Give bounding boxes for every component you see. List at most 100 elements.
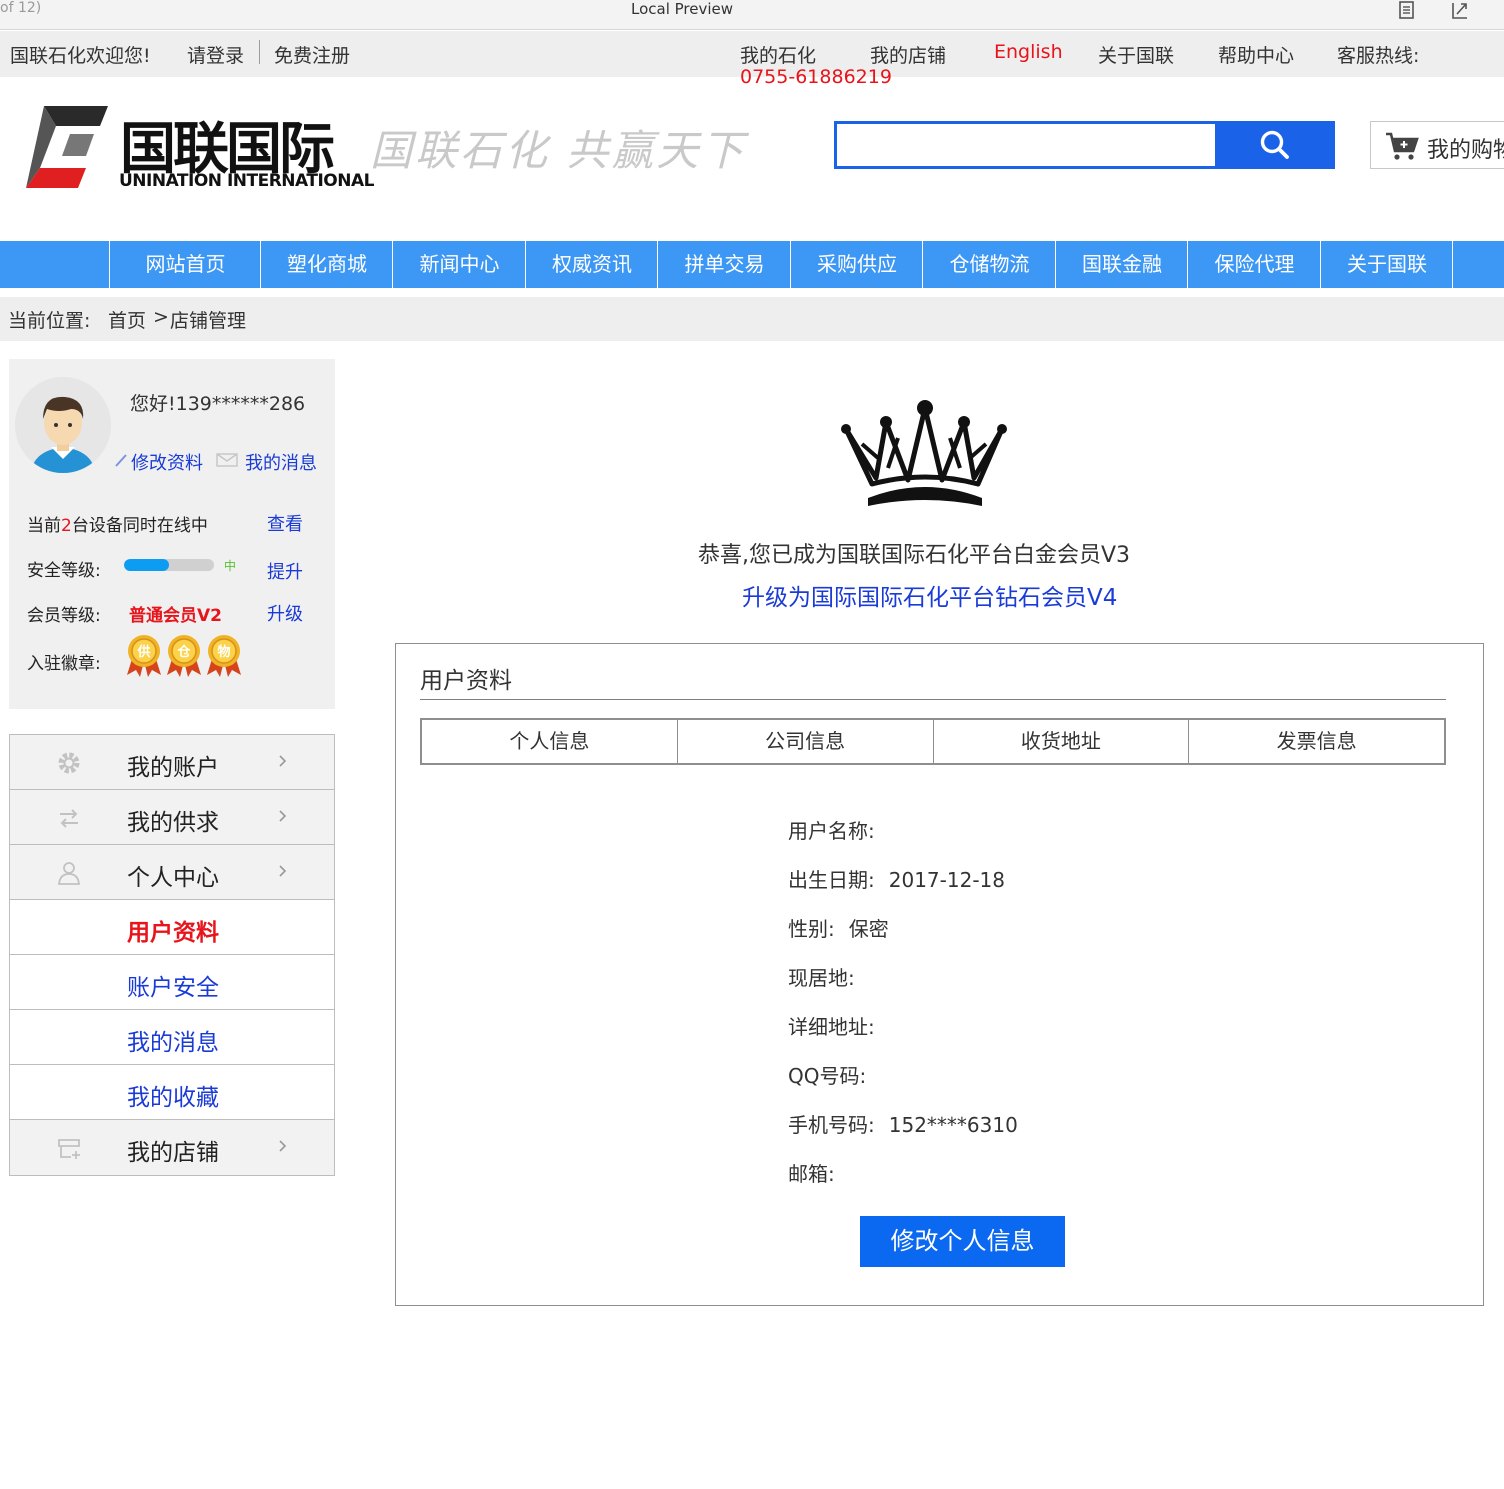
nav-item-about[interactable]: 关于国联 (1320, 241, 1453, 288)
my-shop-link[interactable]: 我的店铺 (870, 41, 946, 68)
pencil-icon (115, 454, 127, 467)
preview-toolbar: of 12) Local Preview (0, 0, 1504, 30)
member-level-label: 会员等级: (27, 606, 101, 626)
nav-item-procurement[interactable]: 采购供应 (790, 241, 923, 288)
field-label: 性别: (788, 917, 835, 941)
search-field[interactable] (834, 121, 1216, 169)
profile-card: 您好!139******286 修改资料 我的消息 当前2台设备同时在线中 查看… (9, 359, 335, 709)
top-bar: 国联石化欢迎您! 请登录 免费注册 我的石化 我的店铺 English 关于国联… (0, 31, 1504, 88)
breadcrumb-separator: > (153, 306, 169, 328)
nav-item-home[interactable]: 网站首页 (109, 241, 261, 288)
username-field: 用户名称: (788, 815, 889, 844)
member-level-value: 普通会员V2 (129, 606, 222, 626)
nav-item-news[interactable]: 新闻中心 (392, 241, 526, 288)
nav-item-group-trade[interactable]: 拼单交易 (657, 241, 791, 288)
edit-profile-link[interactable]: 修改资料 (131, 449, 203, 475)
field-value: 152****6310 (888, 1113, 1018, 1137)
nav-item-finance[interactable]: 国联金融 (1055, 241, 1188, 288)
sidebar-item-personal-center[interactable]: 个人中心 (10, 845, 334, 900)
sidebar-menu: 我的账户 我的供求 个人中心 用户资料 账户安全 我的消息 我的收藏 我的店铺 (9, 734, 335, 1176)
sidebar-item-supply-demand[interactable]: 我的供求 (10, 790, 334, 845)
logistics-badge-label: 物 (217, 644, 230, 660)
field-label: 详细地址: (788, 1015, 875, 1039)
user-profile-panel: 用户资料 个人信息 公司信息 收货地址 发票信息 用户名称: 出生日期: 2017… (395, 643, 1484, 1306)
field-label: 现居地: (788, 966, 855, 990)
sidebar-item-my-messages[interactable]: 我的消息 (10, 1010, 334, 1065)
security-label: 安全等级: (27, 561, 101, 581)
phone-field: 手机号码: 152****6310 (788, 1109, 1018, 1138)
logo-mark-icon[interactable] (26, 104, 108, 188)
email-field: 邮箱: (788, 1158, 849, 1187)
avatar[interactable] (15, 377, 111, 473)
nav-item-info[interactable]: 权威资讯 (525, 241, 658, 288)
about-link[interactable]: 关于国联 (1098, 41, 1174, 68)
chevron-right-icon (279, 1140, 287, 1152)
view-devices-link[interactable]: 查看 (267, 510, 303, 536)
mail-icon (216, 453, 238, 467)
chevron-right-icon (279, 810, 287, 822)
help-link[interactable]: 帮助中心 (1218, 41, 1294, 68)
cart-button[interactable]: 我的购物车 (1370, 121, 1504, 169)
field-label: 用户名称: (788, 819, 875, 843)
sidebar-item-account-security[interactable]: 账户安全 (10, 955, 334, 1010)
field-value: 2017-12-18 (888, 868, 1005, 892)
hotline-number: 0755-61886219 (740, 66, 892, 88)
sidebar-item-user-profile[interactable]: 用户资料 (10, 900, 334, 955)
sidebar-item-my-favorites[interactable]: 我的收藏 (10, 1065, 334, 1120)
exchange-icon (60, 809, 78, 828)
logistics-badge-icon: 物 (207, 635, 241, 677)
panel-title: 用户资料 (420, 668, 512, 694)
sidebar-item-label: 个人中心 (127, 865, 219, 891)
tab-company-info[interactable]: 公司信息 (676, 720, 933, 763)
breadcrumb-label: 当前位置: (8, 310, 91, 332)
gender-field: 性别: 保密 (788, 913, 889, 942)
breadcrumb-home[interactable]: 首页 (108, 306, 146, 333)
congrats-text: 恭喜,您已成为国联国际石化平台白金会员V3 (698, 543, 1131, 568)
english-link[interactable]: English (994, 41, 1063, 63)
warehouse-badge-label: 仓 (176, 644, 191, 660)
my-petro-link[interactable]: 我的石化 (740, 41, 816, 68)
cart-icon (1386, 132, 1419, 160)
tab-invoice-info[interactable]: 发票信息 (1188, 720, 1444, 763)
nav-item-logistics[interactable]: 仓储物流 (922, 241, 1056, 288)
nav-item-insurance[interactable]: 保险代理 (1187, 241, 1321, 288)
my-messages-link[interactable]: 我的消息 (245, 449, 317, 475)
search-input[interactable] (837, 124, 1216, 166)
tab-personal-info[interactable]: 个人信息 (422, 720, 677, 763)
tab-shipping-address[interactable]: 收货地址 (932, 720, 1189, 763)
sidebar-item-my-account[interactable]: 我的账户 (10, 735, 334, 790)
qq-field: QQ号码: (788, 1060, 880, 1089)
breadcrumb-current: 店铺管理 (170, 310, 247, 332)
security-progress-fill (124, 559, 169, 571)
warehouse-badge-icon: 仓 (167, 635, 201, 677)
hotline-label: 客服热线: (1337, 45, 1420, 67)
chevron-right-icon (279, 865, 287, 877)
crown-icon (841, 400, 1007, 506)
breadcrumb: 当前位置: 首页 > 店铺管理 (0, 297, 1504, 341)
export-icon[interactable] (1451, 1, 1469, 19)
sidebar-item-label: 账户安全 (127, 975, 219, 1001)
supply-badge-icon: 供 (127, 635, 161, 677)
birthdate-field: 出生日期: 2017-12-18 (788, 864, 1005, 893)
document-icon[interactable] (1398, 1, 1416, 19)
nav-item-mall[interactable]: 塑化商城 (260, 241, 393, 288)
upgrade-membership-link[interactable]: 升级为国际国际石化平台钻石会员V4 (742, 578, 1117, 612)
sidebar-item-label: 我的收藏 (127, 1085, 219, 1111)
register-link[interactable]: 免费注册 (274, 41, 350, 68)
search-button[interactable] (1215, 121, 1335, 169)
cart-label: 我的购物车 (1427, 138, 1504, 163)
sidebar-item-my-shop[interactable]: 我的店铺 (10, 1120, 334, 1175)
gear-icon (58, 752, 80, 774)
improve-security-link[interactable]: 提升 (267, 558, 303, 584)
address-field: 详细地址: (788, 1011, 889, 1040)
greeting-text: 您好!139******286 (130, 393, 306, 415)
field-label: 手机号码: (788, 1113, 875, 1137)
field-label: 邮箱: (788, 1162, 835, 1186)
edit-personal-info-button[interactable]: 修改个人信息 (860, 1216, 1065, 1267)
preview-title: Local Preview (631, 0, 734, 18)
upgrade-member-link[interactable]: 升级 (267, 600, 303, 626)
sidebar-item-label: 我的账户 (127, 755, 219, 781)
logo-en-text: UNINATION INTERNATIONAL (119, 171, 374, 191)
sidebar-item-label: 用户资料 (127, 920, 219, 946)
login-link[interactable]: 请登录 (187, 41, 244, 68)
